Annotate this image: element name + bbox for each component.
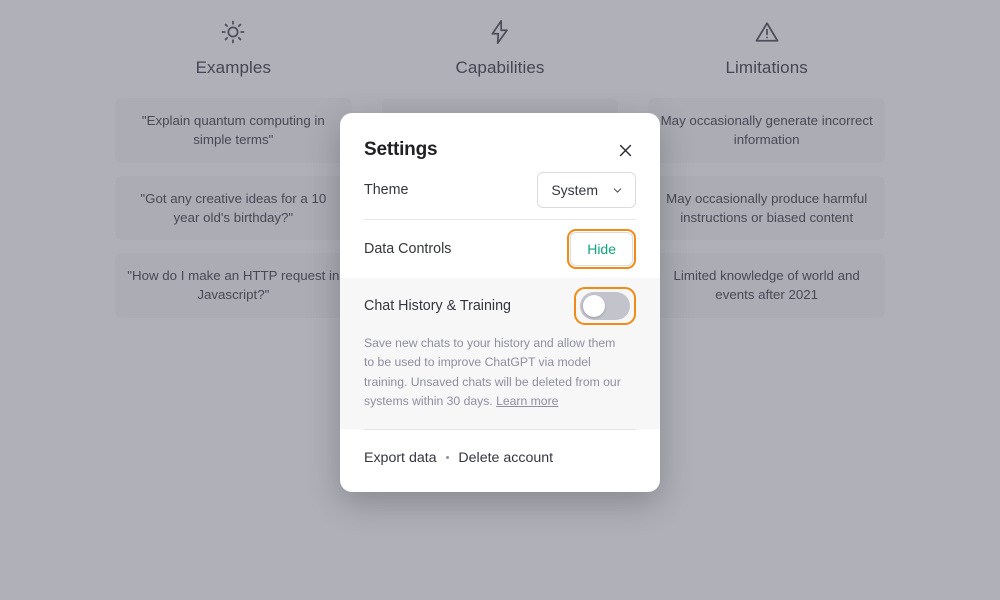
hide-button-highlight: Hide — [567, 229, 636, 269]
export-data-link[interactable]: Export data — [364, 450, 437, 466]
learn-more-link[interactable]: Learn more — [496, 394, 558, 408]
toggle-knob — [583, 295, 605, 317]
chat-history-description-text: Save new chats to your history and allow… — [364, 336, 621, 408]
data-controls-label: Data Controls — [364, 241, 452, 257]
chat-history-toggle-highlight — [574, 287, 636, 325]
chat-history-description: Save new chats to your history and allow… — [364, 334, 626, 429]
dialog-footer: Export data • Delete account — [364, 430, 636, 492]
hide-button[interactable]: Hide — [570, 232, 633, 266]
theme-select[interactable]: System — [537, 172, 636, 208]
close-icon[interactable] — [614, 139, 636, 161]
dialog-body: Theme System Data Controls Hide Chat His… — [340, 161, 660, 492]
theme-label: Theme — [364, 182, 409, 198]
chat-history-row: Chat History & Training — [364, 278, 636, 334]
separator-dot: • — [445, 452, 450, 465]
dialog-title: Settings — [364, 139, 438, 160]
chat-history-label: Chat History & Training — [364, 298, 511, 314]
chat-history-toggle[interactable] — [580, 292, 630, 320]
chevron-down-icon — [611, 184, 624, 197]
chat-history-section: Chat History & Training Save new chats t… — [340, 278, 660, 430]
delete-account-link[interactable]: Delete account — [458, 450, 553, 466]
dialog-header: Settings — [340, 113, 660, 161]
theme-row: Theme System — [364, 161, 636, 219]
settings-dialog: Settings Theme System Data Controls Hide… — [340, 113, 660, 493]
theme-select-value: System — [551, 182, 598, 198]
data-controls-row: Data Controls Hide — [364, 220, 636, 278]
